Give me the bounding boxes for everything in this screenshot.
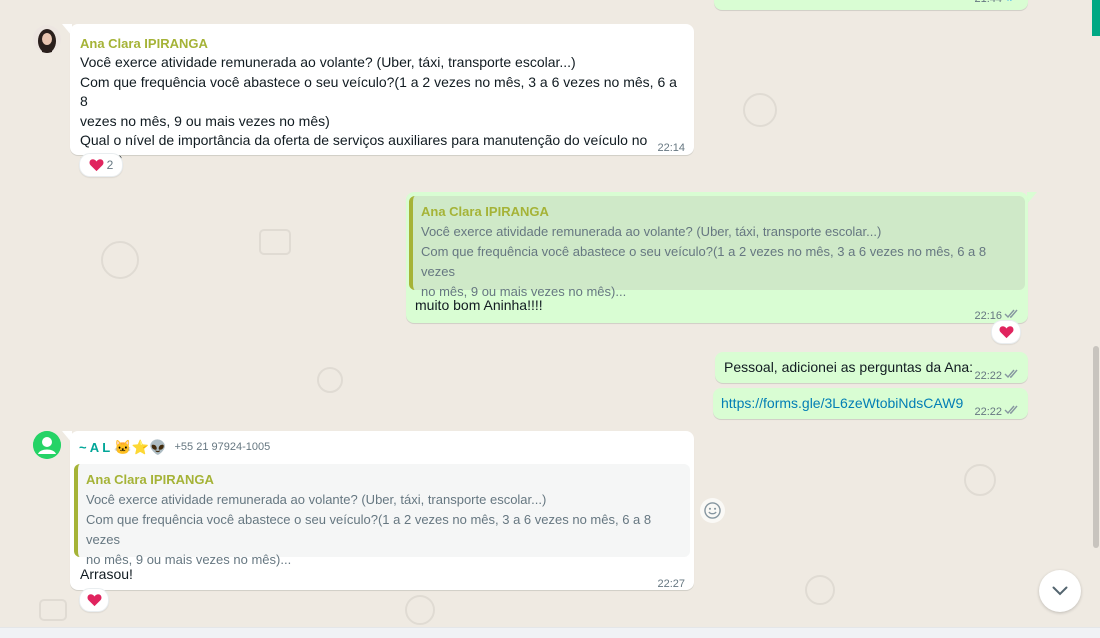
chevron-down-icon xyxy=(1052,586,1068,596)
message-bubble-outgoing[interactable]: Ana Clara IPIRANGA Você exerce atividade… xyxy=(406,192,1028,323)
message-bubble-outgoing[interactable]: https://forms.gle/3L6zeWtobiNdsCAW9 22:2… xyxy=(713,388,1028,419)
heart-icon xyxy=(89,159,104,172)
heart-icon xyxy=(999,326,1013,339)
quoted-text-line: Você exerce atividade remunerada ao vola… xyxy=(86,492,547,507)
quoted-message[interactable]: Ana Clara IPIRANGA Você exerce atividade… xyxy=(74,464,690,567)
bubble-tail xyxy=(1027,192,1037,204)
quoted-text-line: Com que frequência você abastece o seu v… xyxy=(86,512,652,547)
message-time: 22:14 xyxy=(657,142,685,154)
reaction-count: 2 xyxy=(106,158,114,172)
default-avatar-icon[interactable] xyxy=(33,431,61,459)
message-time: 22:27 xyxy=(657,578,685,590)
chat-panel[interactable]: 21:44 Ana Clara IPIRANGA Você exerce ati… xyxy=(0,0,1092,627)
scrollbar-top-accent xyxy=(1092,0,1100,36)
quoted-sender-name: Ana Clara IPIRANGA xyxy=(86,472,214,487)
reaction-badge[interactable]: 2 xyxy=(79,153,123,177)
chat-scrollbar[interactable] xyxy=(1092,0,1100,627)
message-text: Arrasou! xyxy=(80,566,133,582)
smiley-icon xyxy=(704,502,721,519)
composer-edge xyxy=(0,627,1100,638)
reaction-badge[interactable] xyxy=(991,320,1021,344)
double-check-icon xyxy=(1004,369,1018,379)
message-bubble-incoming[interactable]: ~ A L 🐱⭐👽 +55 21 97924-1005 Ana Clara IP… xyxy=(70,431,694,590)
sender-name[interactable]: ~ A L xyxy=(79,438,110,458)
message-time: 22:22 xyxy=(974,406,1002,418)
double-check-icon xyxy=(1004,405,1018,415)
message-text: Você exerce atividade remunerada ao vola… xyxy=(80,54,677,168)
scrollbar-thumb[interactable] xyxy=(1093,346,1099,548)
profile-photo-icon xyxy=(33,25,61,53)
form-link[interactable]: https://forms.gle/3L6zeWtobiNdsCAW9 xyxy=(721,394,963,414)
message-text: muito bom Aninha!!!! xyxy=(415,297,543,313)
quoted-text-line: no mês, 9 ou mais vezes no mês)... xyxy=(86,552,292,567)
reaction-badge[interactable] xyxy=(79,588,109,612)
message-bubble-incoming[interactable]: Ana Clara IPIRANGA Você exerce atividade… xyxy=(70,24,694,168)
double-check-icon xyxy=(1007,0,1012,2)
message-time: 21:44 xyxy=(974,0,1002,10)
quoted-sender-name: Ana Clara IPIRANGA xyxy=(421,204,549,219)
message-time: 22:22 xyxy=(974,370,1002,382)
sender-phone[interactable]: +55 21 97924-1005 xyxy=(174,438,270,458)
quoted-text-line: Com que frequência você abastece o seu v… xyxy=(421,244,987,279)
message-text: Pessoal, adicionei as perguntas da Ana: xyxy=(724,359,974,375)
quoted-text-line: Você exerce atividade remunerada ao vola… xyxy=(421,224,882,239)
message-bubble-outgoing[interactable]: Pessoal, adicionei as perguntas da Ana: … xyxy=(715,352,1028,383)
sender-emojis: 🐱⭐👽 xyxy=(114,439,167,455)
double-check-icon xyxy=(1004,309,1018,319)
react-button[interactable] xyxy=(700,498,725,523)
heart-icon xyxy=(87,594,101,607)
sender-header: ~ A L 🐱⭐👽 +55 21 97924-1005 xyxy=(79,438,270,458)
sender-avatar[interactable] xyxy=(33,25,61,53)
sender-name[interactable]: Ana Clara IPIRANGA xyxy=(80,34,208,54)
quoted-message[interactable]: Ana Clara IPIRANGA Você exerce atividade… xyxy=(409,196,1025,299)
partial-outgoing-message[interactable]: 21:44 xyxy=(714,0,1028,10)
scroll-to-bottom-button[interactable] xyxy=(1039,570,1081,612)
